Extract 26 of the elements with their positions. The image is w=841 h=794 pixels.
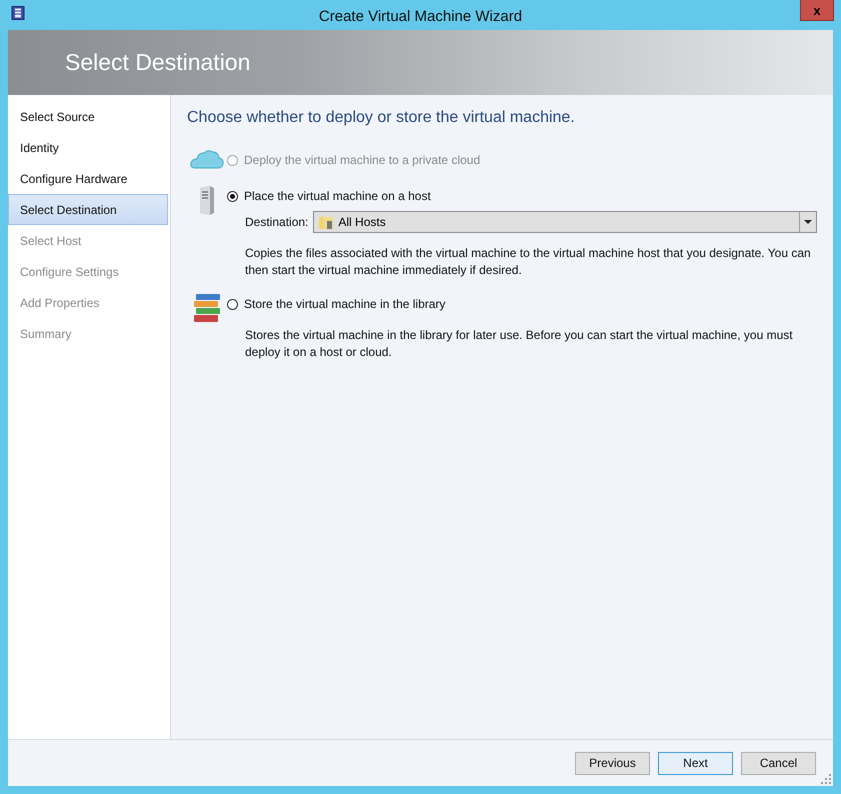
folder-icon [318, 214, 334, 230]
sidebar-item[interactable]: Select Source [8, 101, 168, 132]
resize-grip-icon [821, 774, 831, 784]
option-description: Copies the files associated with the virtual machine to the virtual machine host that you designate. You can then start the virtual machine immediately if desired. [245, 245, 812, 279]
sidebar-item[interactable]: Configure Hardware [8, 163, 168, 194]
section-heading: Choose whether to deploy or store the virtual machine. [187, 109, 576, 127]
sidebar-item[interactable]: Identity [8, 132, 168, 163]
books-icon [192, 293, 222, 323]
radio-button[interactable] [227, 298, 238, 310]
app-icon [11, 6, 25, 20]
close-button[interactable]: x [800, 0, 834, 21]
field-label: Destination: [245, 215, 308, 229]
server-icon [198, 185, 216, 215]
option-label: Deploy the virtual machine to a private cloud [244, 153, 480, 167]
sidebar-item[interactable]: Select Destination [8, 194, 168, 225]
radio-button[interactable] [227, 190, 238, 202]
option-label: Store the virtual machine in the library [244, 297, 446, 311]
window-title: Create Virtual Machine Wizard [318, 6, 522, 24]
option-label: Place the virtual machine on a host [244, 189, 431, 203]
page-title: Select Destination [65, 49, 250, 76]
cloud-icon [190, 149, 224, 169]
wizard-button[interactable]: Cancel [741, 752, 816, 774]
wizard-button[interactable]: Next [658, 752, 733, 774]
destination-dropdown[interactable]: All Hosts [313, 211, 817, 233]
wizard-button[interactable]: Previous [575, 752, 650, 774]
option-description: Stores the virtual machine in the library for later use. Before you can start the virtual machine, you must deploy it on a host or cloud. [245, 327, 794, 361]
